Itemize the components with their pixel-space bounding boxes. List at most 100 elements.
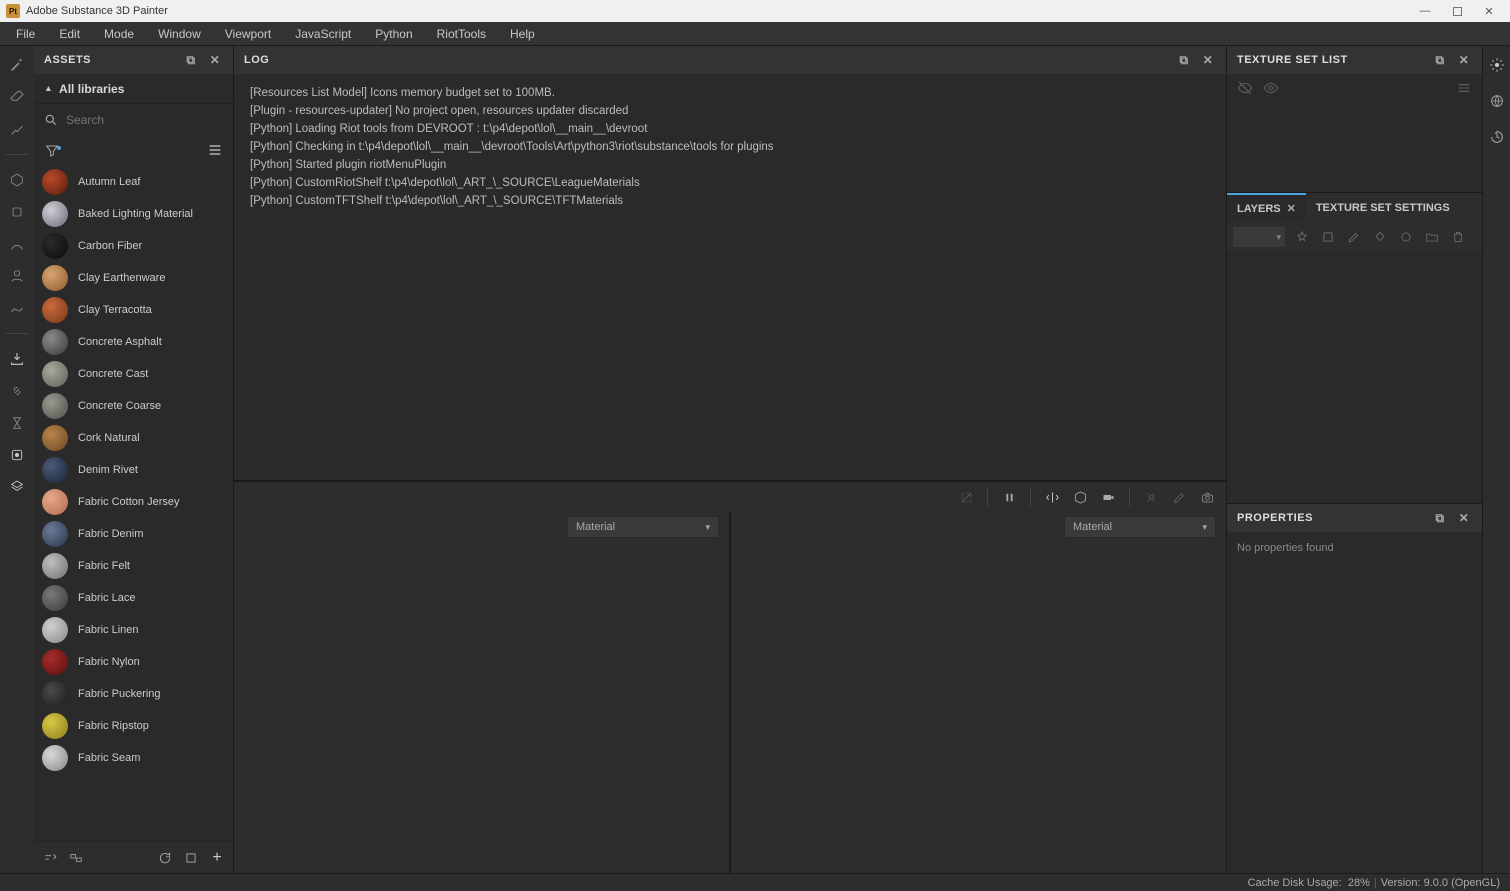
asset-item[interactable]: Fabric Denim [34,518,233,550]
polygon-fill-tool[interactable] [6,169,28,191]
viewport-3d[interactable]: Material ▾ [234,512,729,873]
import-tool[interactable] [6,348,28,370]
eraser-tool[interactable] [6,86,28,108]
smudge-tool[interactable] [6,201,28,223]
layers-body[interactable] [1227,252,1482,503]
blend-mode-dropdown[interactable]: ▾ [1233,227,1285,247]
close-icon[interactable]: ✕ [207,52,223,68]
popout-icon[interactable]: ⧉ [1432,510,1448,526]
popout-icon[interactable]: ⧉ [183,52,199,68]
close-icon[interactable]: ✕ [1200,52,1216,68]
menu-item-mode[interactable]: Mode [92,23,146,45]
maximize-button[interactable] [1450,4,1464,18]
visibility-icon[interactable] [1263,80,1279,96]
export-tool[interactable] [6,476,28,498]
asset-item[interactable]: Fabric Lace [34,582,233,614]
history-icon[interactable] [1486,126,1508,148]
link-tool[interactable] [6,380,28,402]
asset-item[interactable]: Fabric Linen [34,614,233,646]
log-body[interactable]: [Resources List Model] Icons memory budg… [234,74,1226,480]
brush-tool[interactable] [6,54,28,76]
search-input[interactable] [66,113,223,127]
asset-item[interactable]: Cork Natural [34,422,233,454]
menu-item-viewport[interactable]: Viewport [213,23,283,45]
particle-icon[interactable] [1140,486,1162,508]
menu-item-help[interactable]: Help [498,23,547,45]
path-tool[interactable] [6,297,28,319]
asset-item[interactable]: Concrete Asphalt [34,326,233,358]
libraries-dropdown[interactable]: ▸ All libraries [34,74,233,104]
clone-tool[interactable] [6,233,28,255]
folder-view-icon[interactable] [68,850,84,866]
brush-preview-icon[interactable] [1168,486,1190,508]
close-icon[interactable]: ✕ [1456,52,1472,68]
asset-item[interactable]: Autumn Leaf [34,166,233,198]
search-row [34,104,233,136]
cube-icon[interactable] [1069,486,1091,508]
settings-menu-icon[interactable] [1456,80,1472,96]
add-folder-icon[interactable] [1423,228,1441,246]
filter-icon[interactable] [44,142,60,158]
close-tab-icon[interactable]: ✕ [1287,202,1296,215]
asset-name: Denim Rivet [78,464,138,476]
add-mask-icon[interactable] [1319,228,1337,246]
delete-layer-icon[interactable] [1449,228,1467,246]
tab-texture-set-settings[interactable]: TEXTURE SET SETTINGS [1306,193,1460,222]
asset-item[interactable]: Fabric Nylon [34,646,233,678]
camera-icon[interactable] [1097,486,1119,508]
new-resource-icon[interactable] [183,850,199,866]
asset-list[interactable]: Autumn LeafBaked Lighting MaterialCarbon… [34,166,233,841]
asset-item[interactable]: Fabric Cotton Jersey [34,486,233,518]
selection-disabled-icon[interactable] [955,486,977,508]
menu-item-file[interactable]: File [4,23,47,45]
material-dropdown-2d[interactable]: Material ▾ [1064,516,1216,538]
asset-item[interactable]: Fabric Felt [34,550,233,582]
material-dropdown-3d[interactable]: Material ▾ [567,516,719,538]
display-settings-icon[interactable] [1486,54,1508,76]
environment-icon[interactable] [1486,90,1508,112]
asset-item[interactable]: Fabric Ripstop [34,710,233,742]
asset-item[interactable]: Concrete Cast [34,358,233,390]
viewport-2d[interactable]: Material ▾ [729,512,1226,873]
menu-item-riottools[interactable]: RiotTools [425,23,498,45]
symmetry-icon[interactable] [1041,486,1063,508]
menu-item-edit[interactable]: Edit [47,23,92,45]
list-view-icon[interactable] [207,142,223,161]
add-paint-icon[interactable] [1345,228,1363,246]
material-tool[interactable] [6,265,28,287]
add-effect-icon[interactable] [1293,228,1311,246]
popout-icon[interactable]: ⧉ [1176,52,1192,68]
add-icon[interactable]: + [209,850,225,866]
projection-tool[interactable] [6,118,28,140]
pause-icon[interactable] [998,486,1020,508]
asset-item[interactable]: Fabric Puckering [34,678,233,710]
add-smart-icon[interactable] [1397,228,1415,246]
asset-item[interactable]: Clay Earthenware [34,262,233,294]
screenshot-icon[interactable] [1196,486,1218,508]
tab-layers[interactable]: LAYERS ✕ [1227,193,1306,222]
minimize-button[interactable]: — [1418,4,1432,18]
refresh-icon[interactable] [157,850,173,866]
asset-item[interactable]: Denim Rivet [34,454,233,486]
sort-icon[interactable] [42,850,58,866]
log-line: [Python] Started plugin riotMenuPlugin [250,156,1210,174]
menu-item-javascript[interactable]: JavaScript [283,23,363,45]
menu-item-window[interactable]: Window [146,23,213,45]
asset-item[interactable]: Carbon Fiber [34,230,233,262]
bake-tool[interactable] [6,444,28,466]
visibility-all-icon[interactable] [1237,80,1253,96]
asset-item[interactable]: Baked Lighting Material [34,198,233,230]
menu-item-python[interactable]: Python [363,23,424,45]
material-thumbnail [42,713,68,739]
asset-item[interactable]: Clay Terracotta [34,294,233,326]
asset-item[interactable]: Fabric Seam [34,742,233,774]
asset-item[interactable]: Concrete Coarse [34,390,233,422]
popout-icon[interactable]: ⧉ [1432,52,1448,68]
close-window-button[interactable]: ✕ [1482,4,1496,18]
asset-name: Fabric Cotton Jersey [78,496,179,508]
right-column: TEXTURE SET LIST ⧉ ✕ LAYERS ✕ TEXTURE SE… [1226,46,1482,873]
add-fill-icon[interactable] [1371,228,1389,246]
layers-tabs: LAYERS ✕ TEXTURE SET SETTINGS [1227,192,1482,222]
hourglass-icon[interactable] [6,412,28,434]
close-icon[interactable]: ✕ [1456,510,1472,526]
